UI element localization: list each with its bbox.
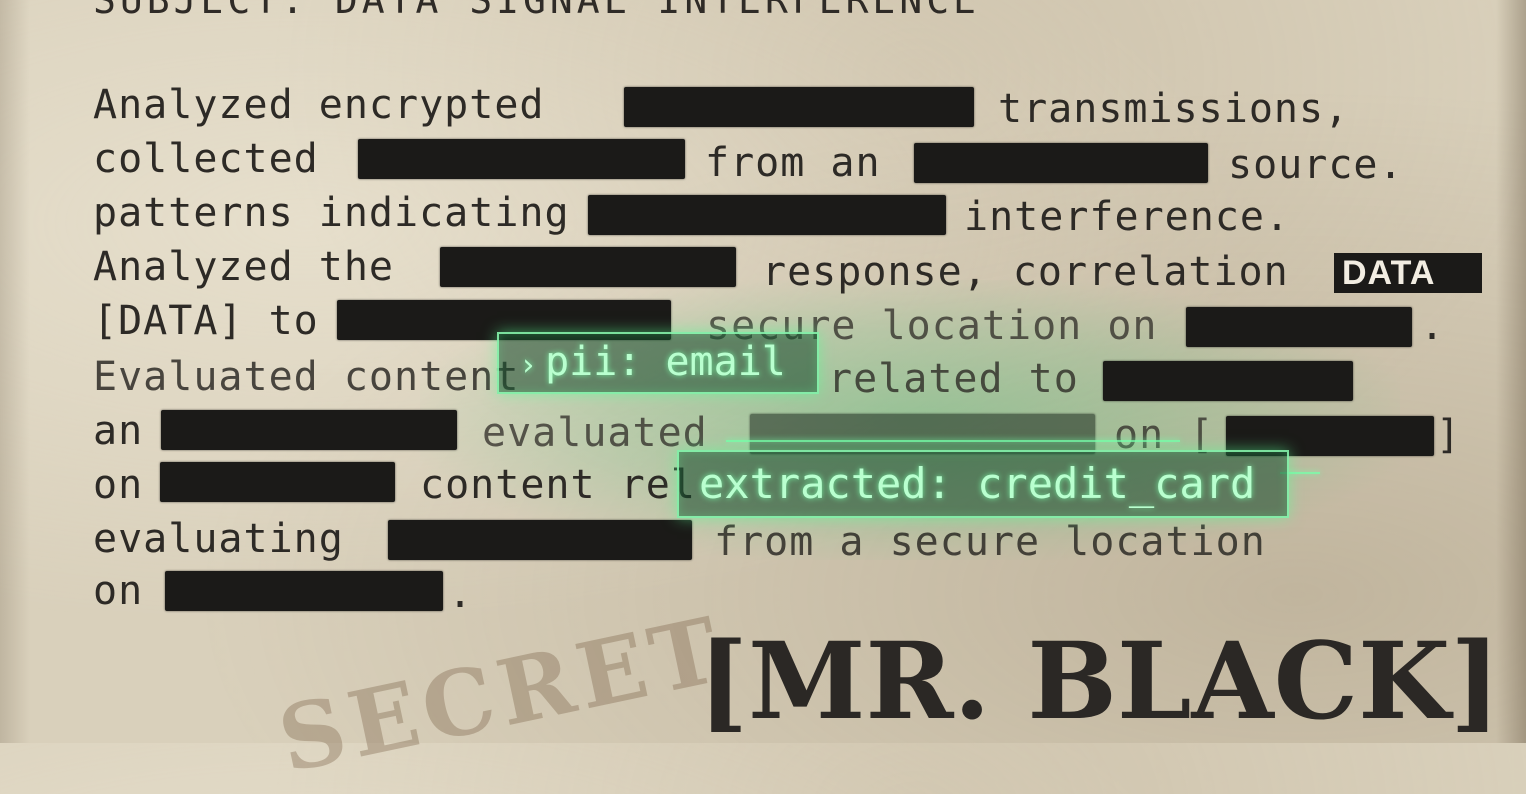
line-text: [DATA] to (93, 298, 319, 344)
redaction-bar (1186, 307, 1412, 347)
extracted-data-label: extracted: credit_card (677, 450, 1289, 518)
redaction-bar (165, 571, 443, 611)
line-text: on (93, 568, 144, 614)
scan-line (726, 440, 1180, 442)
redaction-bar (624, 87, 974, 127)
line-text: content rel (420, 462, 696, 508)
subject-heading: SUBJECT: DATA SIGNAL INTERFERENCE (93, 0, 980, 22)
line-text: an (93, 408, 144, 454)
line-text: . (1420, 303, 1446, 349)
redaction-bar (358, 139, 685, 179)
secret-stamp: SECRET (270, 596, 734, 794)
line-text: . (448, 571, 474, 617)
line-text: from a secure location (714, 519, 1266, 565)
paper-edge-left (0, 0, 30, 743)
line-text: Evaluated content (93, 354, 520, 400)
redaction-bar (440, 247, 736, 287)
line-text: interference. (964, 194, 1291, 240)
redaction-bar (161, 410, 457, 450)
pii-detection-label: › pii: email (497, 332, 819, 394)
line-text: Analyzed the (93, 244, 394, 290)
redaction-bar (750, 414, 1095, 454)
line-text: ] (1436, 412, 1462, 458)
line-text: transmissions, (998, 86, 1350, 132)
line-text: on (93, 462, 144, 508)
paper-edge-right (1496, 0, 1526, 743)
signature: [MR. BLACK] (698, 618, 1501, 743)
redaction-bar (588, 195, 946, 235)
extracted-label-text: extracted: credit_card (699, 459, 1256, 508)
redaction-bar (388, 520, 692, 560)
redaction-bar (160, 462, 395, 502)
line-text: evaluating (93, 516, 344, 562)
line-text: response, correlation (762, 249, 1289, 295)
redaction-bar (1103, 361, 1353, 401)
line-text: evaluated (482, 410, 708, 456)
line-text: Analyzed encrypted (93, 82, 545, 128)
line-text: patterns indicating (93, 190, 570, 236)
line-text: from an (705, 140, 881, 186)
data-tag: DATA (1334, 253, 1482, 293)
line-text: collected (93, 136, 319, 182)
pii-label-text: pii: email (545, 339, 786, 385)
redaction-bar (914, 143, 1208, 183)
line-text: source. (1228, 142, 1404, 188)
line-text: related to (828, 356, 1079, 402)
chevron-right-icon: › (519, 348, 538, 383)
